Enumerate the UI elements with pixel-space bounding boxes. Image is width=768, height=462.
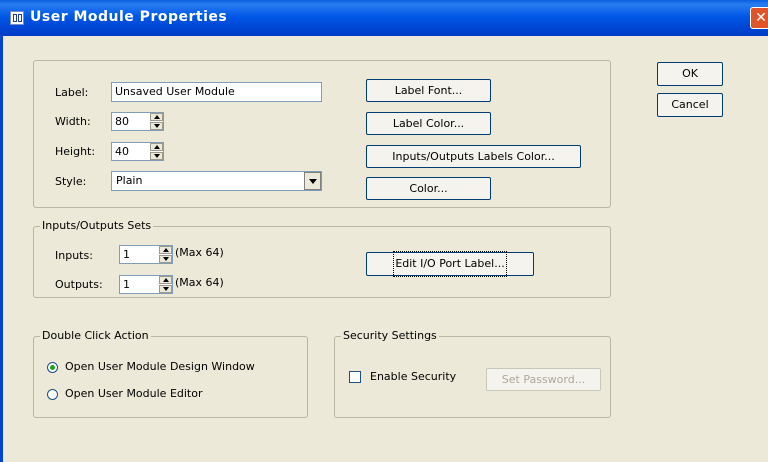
label-caption: Label: — [55, 86, 89, 99]
outputs-stepper[interactable]: 1 — [119, 275, 173, 294]
spin-arrows-icon[interactable] — [159, 246, 172, 263]
radio-design-window-label[interactable]: Open User Module Design Window — [65, 360, 255, 373]
set-password-button[interactable]: Set Password... — [486, 368, 601, 391]
style-select[interactable]: Plain — [111, 171, 322, 191]
color-button[interactable]: Color... — [366, 177, 491, 200]
width-stepper[interactable]: 80 — [111, 112, 164, 131]
app-icon — [10, 11, 24, 25]
chevron-down-icon[interactable] — [304, 172, 321, 190]
inputs-caption: Inputs: — [55, 249, 93, 262]
enable-security-label[interactable]: Enable Security — [370, 370, 456, 383]
inputs-value: 1 — [123, 248, 130, 261]
height-stepper[interactable]: 40 — [111, 142, 164, 161]
inputs-max: (Max 64) — [175, 246, 224, 259]
spin-arrows-icon[interactable] — [159, 276, 172, 293]
radio-design-window[interactable] — [47, 362, 58, 373]
label-color-button[interactable]: Label Color... — [366, 112, 491, 135]
style-caption: Style: — [55, 175, 87, 188]
double-click-group: Double Click Action Open User Module Des… — [33, 329, 308, 418]
spin-arrows-icon[interactable] — [150, 143, 163, 160]
double-click-title: Double Click Action — [40, 329, 151, 342]
io-labels-color-button[interactable]: Inputs/Outputs Labels Color... — [366, 145, 581, 168]
radio-editor-label[interactable]: Open User Module Editor — [65, 387, 203, 400]
outputs-value: 1 — [123, 278, 130, 291]
dialog-body: Label: Unsaved User Module Width: 80 Hei… — [0, 36, 768, 462]
cancel-button[interactable]: Cancel — [657, 93, 723, 117]
height-caption: Height: — [55, 145, 96, 158]
properties-group: Label: Unsaved User Module Width: 80 Hei… — [33, 60, 611, 208]
height-value: 40 — [115, 145, 129, 158]
label-font-button[interactable]: Label Font... — [366, 79, 491, 102]
spin-arrows-icon[interactable] — [150, 113, 163, 130]
inputs-stepper[interactable]: 1 — [119, 245, 173, 264]
width-value: 80 — [115, 115, 129, 128]
io-sets-group: Inputs/Outputs Sets Inputs: 1 (Max 64) O… — [33, 219, 611, 298]
width-caption: Width: — [55, 115, 91, 128]
enable-security-checkbox[interactable] — [349, 371, 361, 383]
outputs-caption: Outputs: — [55, 278, 103, 291]
ok-button[interactable]: OK — [657, 62, 723, 86]
window-title: User Module Properties — [30, 9, 228, 25]
io-sets-title: Inputs/Outputs Sets — [40, 219, 154, 232]
title-bar: User Module Properties ✕ — [0, 0, 768, 36]
security-title: Security Settings — [341, 329, 439, 342]
radio-editor[interactable] — [47, 389, 58, 400]
outputs-max: (Max 64) — [175, 276, 224, 289]
close-button[interactable]: ✕ — [750, 7, 768, 29]
edit-io-port-label-button[interactable]: Edit I/O Port Label... — [366, 251, 534, 277]
label-field[interactable]: Unsaved User Module — [111, 82, 322, 102]
style-value: Plain — [116, 174, 143, 187]
security-group: Security Settings Enable Security Set Pa… — [334, 329, 611, 418]
